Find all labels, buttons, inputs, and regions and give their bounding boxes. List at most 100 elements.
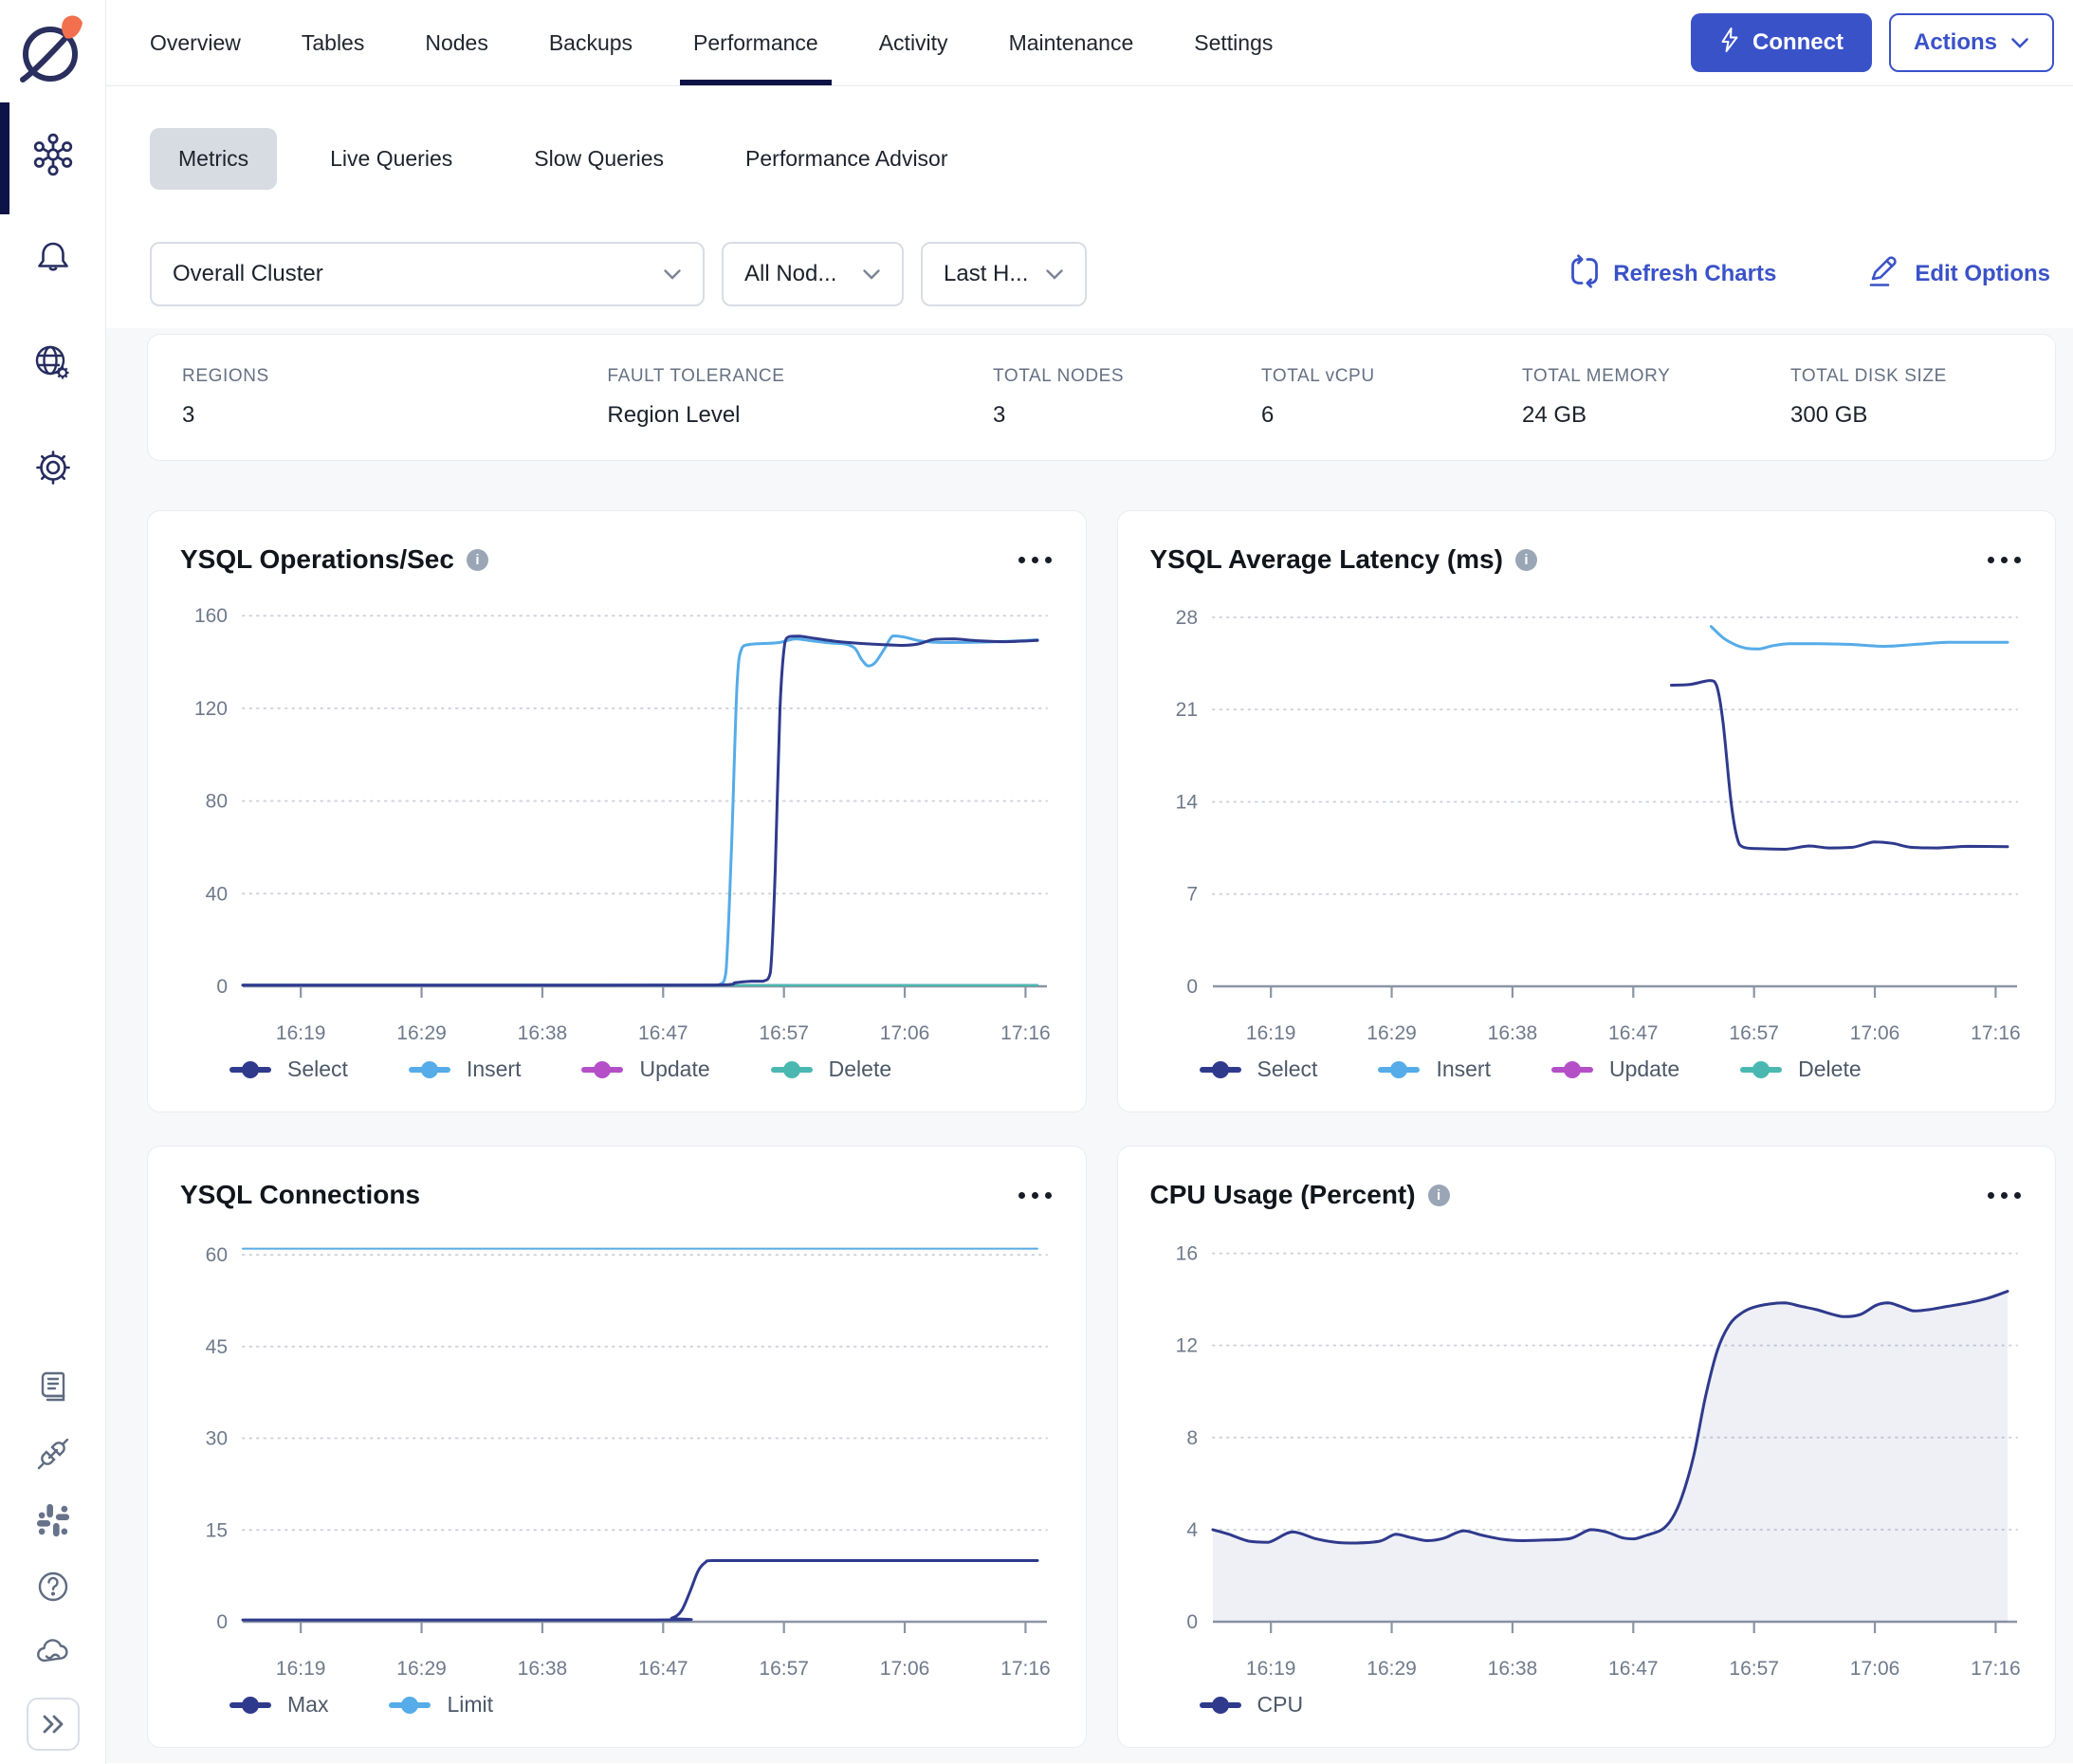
- legend-label: Select: [1257, 1057, 1318, 1082]
- stat-total-vcpu: TOTAL vCPU6: [1261, 366, 1522, 429]
- svg-text:0: 0: [216, 1611, 228, 1633]
- tab-backups[interactable]: Backups: [549, 0, 633, 85]
- legend-item-cpu[interactable]: CPU: [1200, 1692, 1304, 1718]
- svg-text:16:57: 16:57: [759, 1022, 809, 1044]
- cluster-summary-card: REGIONS3FAULT TOLERANCERegion LevelTOTAL…: [147, 334, 2056, 461]
- tab-overview[interactable]: Overview: [150, 0, 241, 85]
- legend-label: Delete: [829, 1057, 891, 1082]
- legend-item-insert[interactable]: Insert: [409, 1057, 522, 1082]
- chart-card-1: YSQL Operations/Seci0408012016016:1916:2…: [147, 510, 1087, 1112]
- svg-text:0: 0: [216, 976, 228, 998]
- expand-sidebar-icon[interactable]: [27, 1698, 80, 1751]
- actions-label: Actions: [1914, 29, 1997, 56]
- notifications-bell-icon[interactable]: [31, 237, 75, 281]
- refresh-charts-button[interactable]: Refresh Charts: [1569, 254, 1776, 295]
- svg-text:16:57: 16:57: [759, 1658, 809, 1680]
- slack-icon[interactable]: [31, 1498, 75, 1542]
- svg-text:16:57: 16:57: [1729, 1658, 1779, 1680]
- cluster-select[interactable]: Overall Cluster: [150, 242, 705, 306]
- svg-text:0: 0: [1186, 1611, 1198, 1633]
- connect-button[interactable]: Connect: [1691, 13, 1872, 72]
- svg-text:8: 8: [1186, 1427, 1198, 1449]
- tab-settings[interactable]: Settings: [1194, 0, 1273, 85]
- tab-activity[interactable]: Activity: [879, 0, 948, 85]
- legend-item-update[interactable]: Update: [581, 1057, 709, 1082]
- legend-marker: [581, 1060, 623, 1079]
- chart-menu-ellipsis-icon[interactable]: [1017, 1186, 1054, 1204]
- legend-marker: [1551, 1060, 1593, 1079]
- time-range-select[interactable]: Last H...: [921, 242, 1087, 306]
- tab-tables[interactable]: Tables: [302, 0, 364, 85]
- edit-options-button[interactable]: Edit Options: [1867, 254, 2050, 295]
- chart-menu-ellipsis-icon[interactable]: [1986, 1186, 2023, 1204]
- pencil-icon: [1867, 254, 1901, 295]
- time-range-value: Last H...: [944, 261, 1028, 287]
- chart-plot: 0408012016016:1916:2916:3816:4716:5717:0…: [180, 585, 1053, 1055]
- legend-marker: [229, 1060, 271, 1079]
- main-content: Overview Tables Nodes Backups Performance Act…: [106, 0, 2073, 1764]
- stat-total-disk-size: TOTAL DISK SIZE300 GB: [1790, 366, 2055, 429]
- chart-menu-ellipsis-icon[interactable]: [1986, 551, 2023, 569]
- legend-item-insert[interactable]: Insert: [1378, 1057, 1491, 1082]
- cluster-network-icon[interactable]: [31, 133, 75, 176]
- legend-item-delete[interactable]: Delete: [1740, 1057, 1861, 1082]
- legend-marker: [1200, 1060, 1241, 1079]
- chart-header: CPU Usage (Percent)i: [1150, 1175, 2024, 1215]
- svg-text:17:06: 17:06: [880, 1022, 930, 1044]
- settings-gear-icon[interactable]: [31, 446, 75, 489]
- legend-item-select[interactable]: Select: [229, 1057, 348, 1082]
- chart-card-2: YSQL Average Latency (ms)i0714212816:191…: [1117, 510, 2057, 1112]
- legend-item-select[interactable]: Select: [1200, 1057, 1318, 1082]
- tab-performance[interactable]: Performance: [693, 0, 818, 85]
- actions-button[interactable]: Actions: [1889, 13, 2054, 72]
- subtab-performance-advisor[interactable]: Performance Advisor: [717, 128, 976, 190]
- integrations-plug-icon[interactable]: [31, 1432, 75, 1476]
- svg-text:17:16: 17:16: [1000, 1022, 1051, 1044]
- stat-total-memory: TOTAL MEMORY24 GB: [1522, 366, 1790, 429]
- info-icon[interactable]: i: [467, 549, 488, 571]
- cloud-icon[interactable]: [31, 1631, 75, 1675]
- stat-label: TOTAL NODES: [993, 366, 1261, 387]
- legend-item-update[interactable]: Update: [1551, 1057, 1679, 1082]
- stat-value: 6: [1261, 402, 1522, 429]
- nodes-select[interactable]: All Nod...: [722, 242, 904, 306]
- chart-legend: Select Insert Update Delete: [1150, 1057, 2024, 1082]
- info-icon[interactable]: i: [1515, 549, 1537, 571]
- subtab-slow-queries[interactable]: Slow Queries: [505, 128, 692, 190]
- legend-marker: [389, 1696, 431, 1715]
- legend-label: Update: [639, 1057, 709, 1082]
- legend-item-max[interactable]: Max: [229, 1692, 328, 1718]
- stat-value: Region Level: [607, 402, 993, 429]
- docs-book-icon[interactable]: [31, 1366, 75, 1409]
- svg-text:17:06: 17:06: [1849, 1022, 1899, 1044]
- sidebar-nav: [0, 133, 105, 489]
- svg-text:16:38: 16:38: [518, 1022, 568, 1044]
- chart-legend: Max Limit: [180, 1692, 1054, 1718]
- legend-label: Update: [1609, 1057, 1679, 1082]
- tab-nodes[interactable]: Nodes: [425, 0, 487, 85]
- stat-label: TOTAL MEMORY: [1522, 366, 1790, 387]
- sidebar: [0, 0, 106, 1764]
- chart-header: YSQL Connections: [180, 1175, 1054, 1215]
- legend-marker: [229, 1696, 271, 1715]
- svg-text:16:19: 16:19: [1245, 1022, 1295, 1044]
- subtab-live-queries[interactable]: Live Queries: [302, 128, 481, 190]
- legend-label: Delete: [1798, 1057, 1861, 1082]
- chart-plot: 048121616:1916:2916:3816:4716:5717:0617:…: [1150, 1221, 2023, 1690]
- subtab-metrics[interactable]: Metrics: [150, 128, 277, 190]
- chart-legend: Select Insert Update Delete: [180, 1057, 1054, 1082]
- info-icon[interactable]: i: [1428, 1185, 1450, 1206]
- chart-menu-ellipsis-icon[interactable]: [1017, 551, 1054, 569]
- chevron-down-icon: [2010, 29, 2029, 56]
- nodes-select-value: All Nod...: [744, 261, 836, 287]
- legend-item-limit[interactable]: Limit: [389, 1692, 493, 1718]
- globe-settings-icon[interactable]: [31, 341, 75, 385]
- legend-item-delete[interactable]: Delete: [771, 1057, 891, 1082]
- svg-text:30: 30: [206, 1428, 228, 1450]
- chart-header: YSQL Operations/Seci: [180, 540, 1054, 579]
- chart-legend: CPU: [1150, 1692, 2024, 1718]
- help-question-icon[interactable]: [31, 1565, 75, 1608]
- stat-total-nodes: TOTAL NODES3: [993, 366, 1261, 429]
- svg-text:120: 120: [194, 698, 228, 720]
- tab-maintenance[interactable]: Maintenance: [1009, 0, 1134, 85]
